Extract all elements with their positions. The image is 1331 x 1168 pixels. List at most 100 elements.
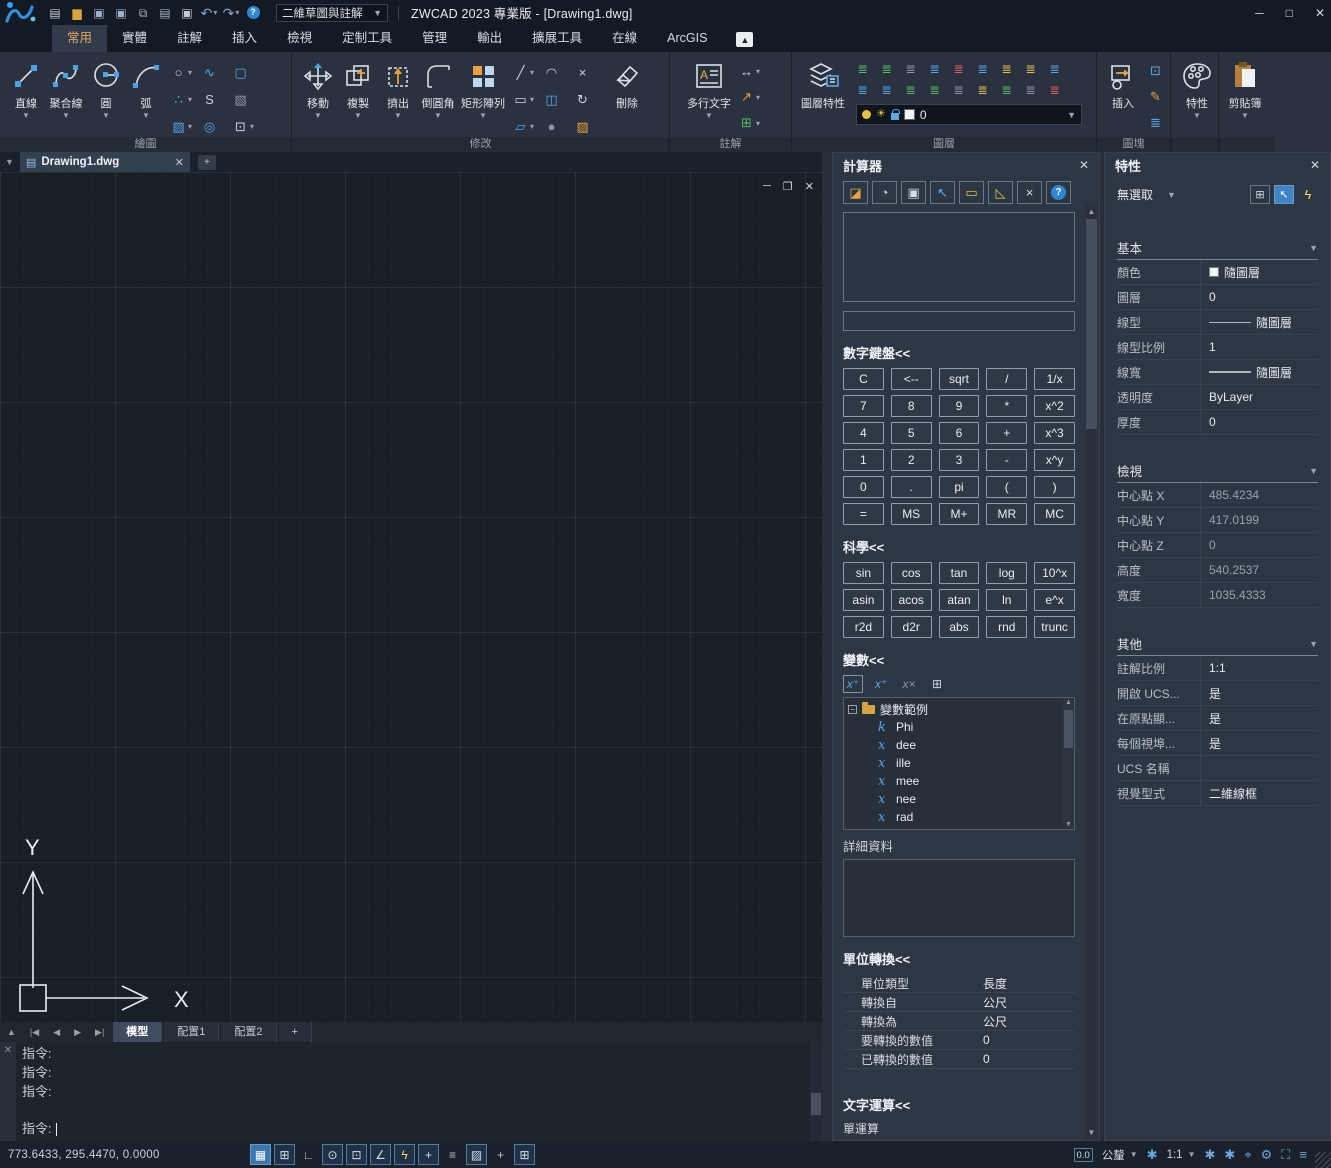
layer-walk-icon[interactable]: ≣ — [878, 79, 902, 100]
help-icon[interactable]: ? — [244, 4, 262, 22]
calc-key[interactable]: d2r — [891, 616, 932, 638]
layer-on-icon[interactable]: ≣ — [878, 58, 902, 79]
property-row[interactable]: UCS 名稱 — [1117, 756, 1318, 781]
blend-icon[interactable]: ● — [543, 113, 574, 140]
tab-layout1[interactable]: 配置1 — [164, 1022, 219, 1042]
details-box[interactable] — [843, 859, 1075, 937]
property-row[interactable]: 視覺型式二維線框 — [1117, 781, 1318, 806]
calc-key[interactable]: trunc — [1034, 616, 1075, 638]
calculator-input[interactable] — [843, 311, 1075, 331]
calc-input-icon[interactable]: ⊞ — [927, 675, 947, 693]
scroll-down-icon[interactable]: ▼ — [1063, 821, 1074, 828]
dropdown-arrow-icon[interactable]: ▼ — [434, 111, 442, 120]
print-icon[interactable]: ▤ — [156, 4, 174, 22]
section-view[interactable]: 檢視 ▼ — [1117, 461, 1318, 483]
chevron-down-icon[interactable]: ▼ — [1130, 1150, 1138, 1159]
annotation-visibility-icon[interactable]: ✱ — [1205, 1147, 1216, 1163]
attribute-manager-icon[interactable]: ≣ — [1147, 110, 1164, 136]
polar-icon[interactable]: ⊙ — [322, 1144, 343, 1165]
calc-key[interactable]: rnd — [986, 616, 1027, 638]
maximize-button[interactable]: □ — [1286, 6, 1293, 20]
layer-new-icon[interactable]: ≣ — [974, 79, 998, 100]
resize-grip[interactable] — [1315, 1152, 1331, 1168]
first-tab-icon[interactable]: |◀ — [23, 1027, 46, 1038]
dropdown-arrow-icon[interactable]: ▾ — [756, 119, 760, 128]
add-layout-button[interactable]: + — [279, 1022, 312, 1042]
last-tab-icon[interactable]: ▶| — [88, 1027, 111, 1038]
workspace-selector[interactable]: 二維草圖與註解 ▼ — [276, 4, 388, 22]
layer-match-icon[interactable]: ≣ — [902, 79, 926, 100]
tab-manage[interactable]: 管理 — [407, 25, 462, 52]
variable-item[interactable]: xmee — [848, 772, 1060, 790]
calc-key[interactable]: C — [843, 368, 884, 390]
layer-vpfreeze-icon[interactable]: ≣ — [1022, 79, 1046, 100]
workspace-grid-icon[interactable]: ⊞ — [514, 1144, 535, 1165]
history-icon[interactable]: ◔ — [872, 181, 897, 204]
point-icon[interactable]: ∴▾ — [170, 86, 201, 113]
delete-variable-icon[interactable]: x× — [899, 675, 919, 693]
close-calculator-icon[interactable]: ✕ — [1079, 158, 1089, 172]
tab-layout2[interactable]: 配置2 — [221, 1022, 276, 1042]
calc-key[interactable]: 3 — [939, 449, 980, 471]
units-row[interactable]: 要轉換的數值0 — [843, 1031, 1075, 1050]
chevron-down-icon[interactable]: ▼ — [1309, 243, 1318, 253]
dropdown-arrow-icon[interactable]: ▼ — [1241, 111, 1249, 120]
break-icon[interactable]: × — [574, 59, 605, 86]
selection-dropdown[interactable]: 無選取 ▼ — [1117, 186, 1246, 203]
arc-button[interactable]: 弧▼ — [126, 56, 166, 122]
layer-delete-icon[interactable]: ≣ — [1046, 79, 1070, 100]
dropdown-arrow-icon[interactable]: ▾ — [250, 122, 254, 131]
erase-button[interactable]: 刪除 — [607, 56, 647, 113]
layer-lock-icon[interactable]: ≣ — [950, 58, 974, 79]
tab-custom-tools[interactable]: 定制工具 — [327, 25, 407, 52]
command-line-panel[interactable]: ✕ 指令:指令:指令: 指令: — [0, 1042, 822, 1141]
dropdown-arrow-icon[interactable]: ▾ — [235, 8, 239, 17]
property-row[interactable]: 中心點 X485.4234 — [1117, 483, 1318, 508]
layer-bulb-icon[interactable]: ≣ — [998, 58, 1022, 79]
selection-cycling-icon[interactable]: + — [490, 1144, 511, 1165]
layer-freeze-icon[interactable]: ≣ — [926, 58, 950, 79]
measure-angle-icon[interactable]: ◺ — [988, 181, 1013, 204]
calc-key[interactable]: 4 — [843, 422, 884, 444]
spline-cv-icon[interactable]: S — [201, 86, 232, 113]
variable-item[interactable]: xnee — [848, 790, 1060, 808]
calc-key[interactable]: cos — [891, 562, 932, 584]
tab-online[interactable]: 在線 — [597, 25, 652, 52]
properties-palette-button[interactable]: 特性▼ — [1177, 56, 1217, 122]
command-prompt[interactable]: 指令: — [22, 1119, 804, 1139]
calc-key[interactable]: ) — [1034, 476, 1075, 498]
calculator-history-box[interactable] — [843, 212, 1075, 302]
ribbon-collapse-button[interactable]: ▲ — [736, 32, 753, 47]
help-icon[interactable]: ? — [1046, 181, 1071, 204]
dropdown-arrow-icon[interactable]: ▼ — [705, 111, 713, 120]
units-row[interactable]: 轉換自公尺 — [843, 993, 1075, 1012]
measure-distance-icon[interactable]: ▭ — [959, 181, 984, 204]
calc-key[interactable]: r2d — [843, 616, 884, 638]
calc-key[interactable]: x^y — [1034, 449, 1075, 471]
layer-dropdown[interactable]: ☀ 0 ▼ — [856, 104, 1082, 125]
collapse-icon[interactable]: − — [848, 705, 857, 714]
calc-key[interactable]: x^2 — [1034, 395, 1075, 417]
calc-key[interactable]: MS — [891, 503, 932, 525]
tab-menu-arrow-icon[interactable]: ▲ — [0, 1027, 23, 1037]
drawing-canvas[interactable]: ─ ❐ ✕ Y X — [0, 172, 822, 1022]
selection-filter-icon[interactable]: ⌖ — [1244, 1147, 1251, 1163]
property-row[interactable]: 每個視埠...是 — [1117, 731, 1318, 756]
doc-list-arrow-icon[interactable]: ▼ — [5, 157, 14, 167]
spline-icon[interactable]: ∿ — [201, 59, 232, 86]
calculator-scrollbar[interactable]: ▲ ▼ — [1085, 205, 1098, 1139]
settings-gear-icon[interactable]: ⚙ — [1261, 1147, 1273, 1163]
dropdown-arrow-icon[interactable]: ▾ — [530, 95, 534, 104]
calc-key[interactable]: x^3 — [1034, 422, 1075, 444]
edit-attribute-icon[interactable]: ✎ — [1147, 84, 1164, 110]
hatch-edit-icon[interactable]: ▨ — [574, 113, 605, 140]
dropdown-arrow-icon[interactable]: ▾ — [188, 68, 192, 77]
wipeout-icon[interactable]: ⊡▾ — [232, 113, 263, 140]
units-section-label[interactable]: 單位轉換<< — [843, 949, 1075, 968]
units-row[interactable]: 轉換為公尺 — [843, 1012, 1075, 1031]
scale-icon[interactable]: ▭▾ — [512, 86, 543, 113]
dropdown-arrow-icon[interactable]: ▾ — [213, 8, 217, 17]
property-row-color[interactable]: 顏色 隨圖層 — [1117, 260, 1318, 285]
scroll-down-icon[interactable]: ▼ — [1085, 1128, 1098, 1137]
dropdown-arrow-icon[interactable]: ▾ — [188, 122, 192, 131]
